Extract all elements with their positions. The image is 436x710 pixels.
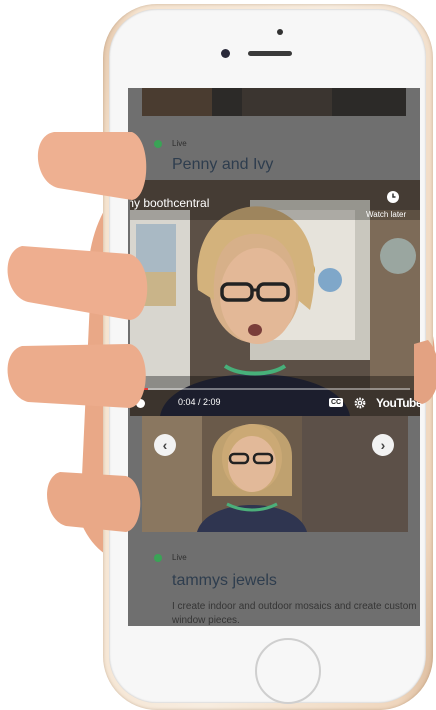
hand-fingers xyxy=(7,132,436,532)
